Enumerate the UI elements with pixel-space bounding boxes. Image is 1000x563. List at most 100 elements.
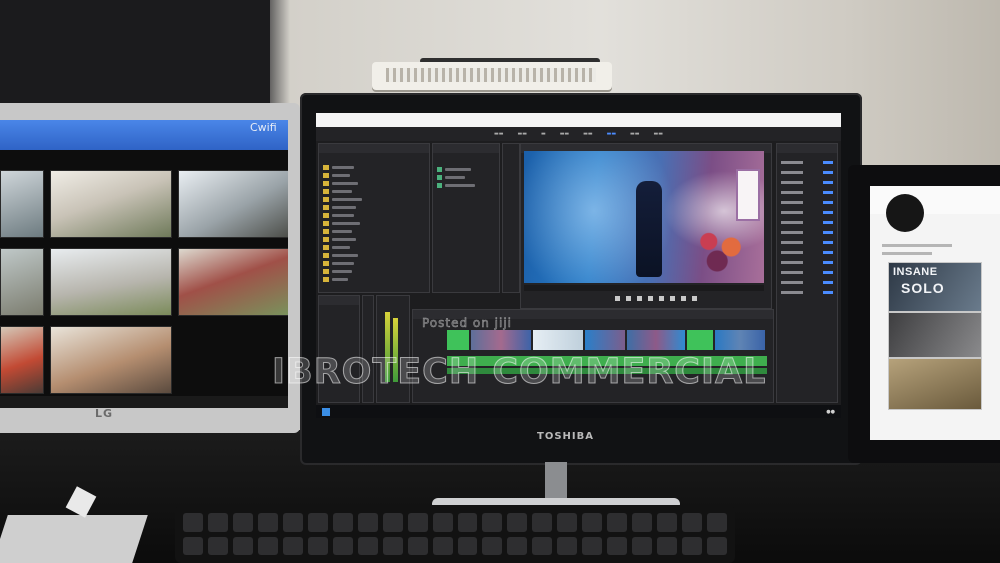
folder-icon xyxy=(323,269,329,274)
thumbnail[interactable] xyxy=(178,248,288,316)
fx-control-row[interactable] xyxy=(781,178,833,186)
folder-icon xyxy=(323,205,329,210)
fx-control-row[interactable] xyxy=(781,218,833,226)
step-forward-button[interactable] xyxy=(659,296,664,301)
windows-start-icon[interactable] xyxy=(322,407,330,416)
avatar[interactable] xyxy=(886,194,924,232)
export-frame-button[interactable] xyxy=(692,296,697,301)
video-clip[interactable] xyxy=(533,330,583,350)
toshiba-logo: TOSHIBA xyxy=(537,431,594,442)
fx-control-row[interactable] xyxy=(781,198,833,206)
mark-in-button[interactable] xyxy=(615,296,620,301)
thumbnail[interactable] xyxy=(0,248,44,316)
media-item[interactable] xyxy=(437,166,495,172)
thumbnail[interactable] xyxy=(50,326,172,394)
folder-icon xyxy=(323,165,329,170)
project-item[interactable] xyxy=(323,228,423,235)
fx-control-row[interactable] xyxy=(781,258,833,266)
step-back-button[interactable] xyxy=(637,296,642,301)
taskbar-clock-icon[interactable]: ●● xyxy=(826,409,835,415)
watermark-main: IBROTECH COMMERCIAL xyxy=(271,352,767,393)
project-panel[interactable] xyxy=(318,143,430,293)
premiere-titlebar[interactable] xyxy=(316,113,841,127)
fx-control-row[interactable] xyxy=(781,248,833,256)
workspace-tab[interactable]: ▬▬ xyxy=(518,131,527,137)
workspace-tab-active[interactable]: ▬▬ xyxy=(607,131,616,137)
left-window-titlebar[interactable] xyxy=(0,120,288,150)
banner-line-2: SOLO xyxy=(901,280,945,296)
video-clip[interactable] xyxy=(471,330,531,350)
project-item[interactable] xyxy=(323,268,423,275)
overwrite-button[interactable] xyxy=(681,296,686,301)
workspace-tab[interactable]: ▬▬ xyxy=(560,131,569,137)
fx-control-row[interactable] xyxy=(781,278,833,286)
effects-tab[interactable] xyxy=(319,296,359,305)
video-clip[interactable] xyxy=(447,330,469,350)
project-item[interactable] xyxy=(323,196,423,203)
project-item[interactable] xyxy=(323,260,423,267)
project-item[interactable] xyxy=(323,188,423,195)
thumbnail[interactable] xyxy=(178,170,288,238)
program-timecode-bar[interactable] xyxy=(524,285,764,291)
lumetri-tab[interactable] xyxy=(777,144,837,153)
post-banner[interactable]: INSANE SOLO xyxy=(888,262,982,312)
workspace-tab[interactable]: ▬▬ xyxy=(583,131,592,137)
monitor-stand xyxy=(545,462,567,502)
folder-icon xyxy=(323,253,329,258)
media-list xyxy=(437,166,495,190)
source-panel[interactable] xyxy=(502,143,520,293)
fx-control-row[interactable] xyxy=(781,158,833,166)
media-browser-panel[interactable] xyxy=(432,143,500,293)
project-panel-tab[interactable] xyxy=(319,144,429,153)
thumbnail[interactable] xyxy=(50,248,172,316)
fx-control-row[interactable] xyxy=(781,208,833,216)
fx-control-row[interactable] xyxy=(781,288,833,296)
video-track[interactable] xyxy=(447,330,767,350)
media-item[interactable] xyxy=(437,182,495,188)
dancers-group xyxy=(692,219,748,275)
fx-control-row[interactable] xyxy=(781,268,833,276)
transport-controls xyxy=(566,296,746,303)
fx-control-row[interactable] xyxy=(781,168,833,176)
fx-control-row[interactable] xyxy=(781,238,833,246)
workspace-tab[interactable]: ▬▬ xyxy=(630,131,639,137)
project-item[interactable] xyxy=(323,244,423,251)
mark-out-button[interactable] xyxy=(626,296,631,301)
project-item[interactable] xyxy=(323,220,423,227)
insert-button[interactable] xyxy=(670,296,675,301)
post-image[interactable] xyxy=(888,358,982,410)
video-clip[interactable] xyxy=(715,330,765,350)
video-clip[interactable] xyxy=(687,330,713,350)
post-image[interactable] xyxy=(888,312,982,358)
thumbnail[interactable] xyxy=(50,170,172,238)
workspace-tab[interactable]: ▬ xyxy=(541,131,546,137)
fx-control-row[interactable] xyxy=(781,228,833,236)
left-monitor-screen xyxy=(0,120,288,408)
project-item[interactable] xyxy=(323,252,423,259)
project-item[interactable] xyxy=(323,276,423,283)
thumbnail[interactable] xyxy=(0,170,44,238)
project-item[interactable] xyxy=(323,164,423,171)
left-taskbar[interactable] xyxy=(0,396,288,408)
workspace-tab[interactable]: ▬▬ xyxy=(654,131,663,137)
project-item[interactable] xyxy=(323,172,423,179)
video-clip[interactable] xyxy=(627,330,685,350)
workspace-tabs: ▬▬ ▬▬ ▬ ▬▬ ▬▬ ▬▬ ▬▬ ▬▬ xyxy=(316,127,841,141)
project-item[interactable] xyxy=(323,236,423,243)
watermark-small: Posted on jiji xyxy=(422,316,513,331)
fx-control-row[interactable] xyxy=(781,188,833,196)
project-item[interactable] xyxy=(323,204,423,211)
program-video-frame[interactable] xyxy=(524,151,764,283)
folder-icon xyxy=(323,189,329,194)
lumetri-color-panel[interactable] xyxy=(776,143,838,403)
thumbnail[interactable] xyxy=(0,326,44,394)
media-item[interactable] xyxy=(437,174,495,180)
video-clip[interactable] xyxy=(585,330,625,350)
project-item[interactable] xyxy=(323,180,423,187)
folder-icon xyxy=(323,173,329,178)
media-browser-tab[interactable] xyxy=(433,144,499,153)
play-button[interactable] xyxy=(648,296,653,301)
workspace-tab[interactable]: ▬▬ xyxy=(494,131,503,137)
project-item[interactable] xyxy=(323,212,423,219)
folder-icon xyxy=(323,261,329,266)
